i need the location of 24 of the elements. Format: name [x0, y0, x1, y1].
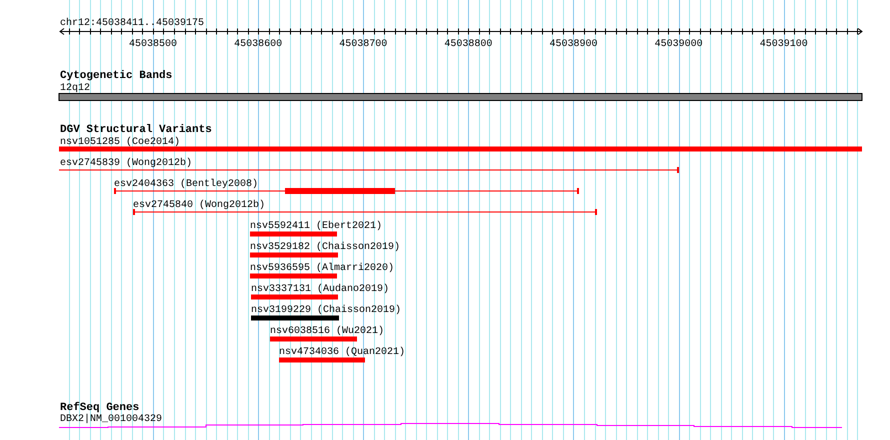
feature-label: esv2404363 (Bentley2008)	[114, 179, 258, 190]
feature-label: nsv1051285 (Coe2014)	[60, 137, 180, 148]
feature-label: DBX2|NM_001004329	[60, 414, 162, 425]
tick-label: 45038800	[444, 39, 492, 50]
tick-label: 45038500	[128, 39, 177, 50]
tick-label: 45038700	[339, 39, 388, 50]
feature-label: nsv5936595 (Almarri2020)	[250, 263, 394, 274]
tick-label: 45038900	[549, 39, 598, 50]
tick-label: 45039000	[654, 39, 703, 50]
track-title: RefSeq Genes	[60, 402, 140, 414]
feature-label: esv2745839 (Wong2012b)	[60, 158, 192, 169]
tick-label: 45039100	[760, 39, 808, 50]
feature-label: nsv5592411 (Ebert2021)	[250, 221, 382, 232]
feature-label: nsv4734036 (Quan2021)	[279, 347, 406, 358]
feature-label: nsv6038516 (Wu2021)	[270, 326, 384, 337]
feature-label: 12q12	[60, 83, 90, 94]
track-title: DGV Structural Variants	[60, 124, 212, 136]
feature-label: nsv3199229 (Chaisson2019)	[251, 305, 402, 316]
range-label: chr12:45038411..45039175	[60, 18, 204, 29]
track-title: Cytogenetic Bands	[60, 70, 172, 82]
feature-label: esv2745840 (Wong2012b)	[133, 200, 266, 211]
tick-label: 45038600	[234, 39, 282, 50]
feature-label: nsv3337131 (Audano2019)	[251, 284, 390, 295]
feature-label: nsv3529182 (Chaisson2019)	[250, 242, 400, 253]
